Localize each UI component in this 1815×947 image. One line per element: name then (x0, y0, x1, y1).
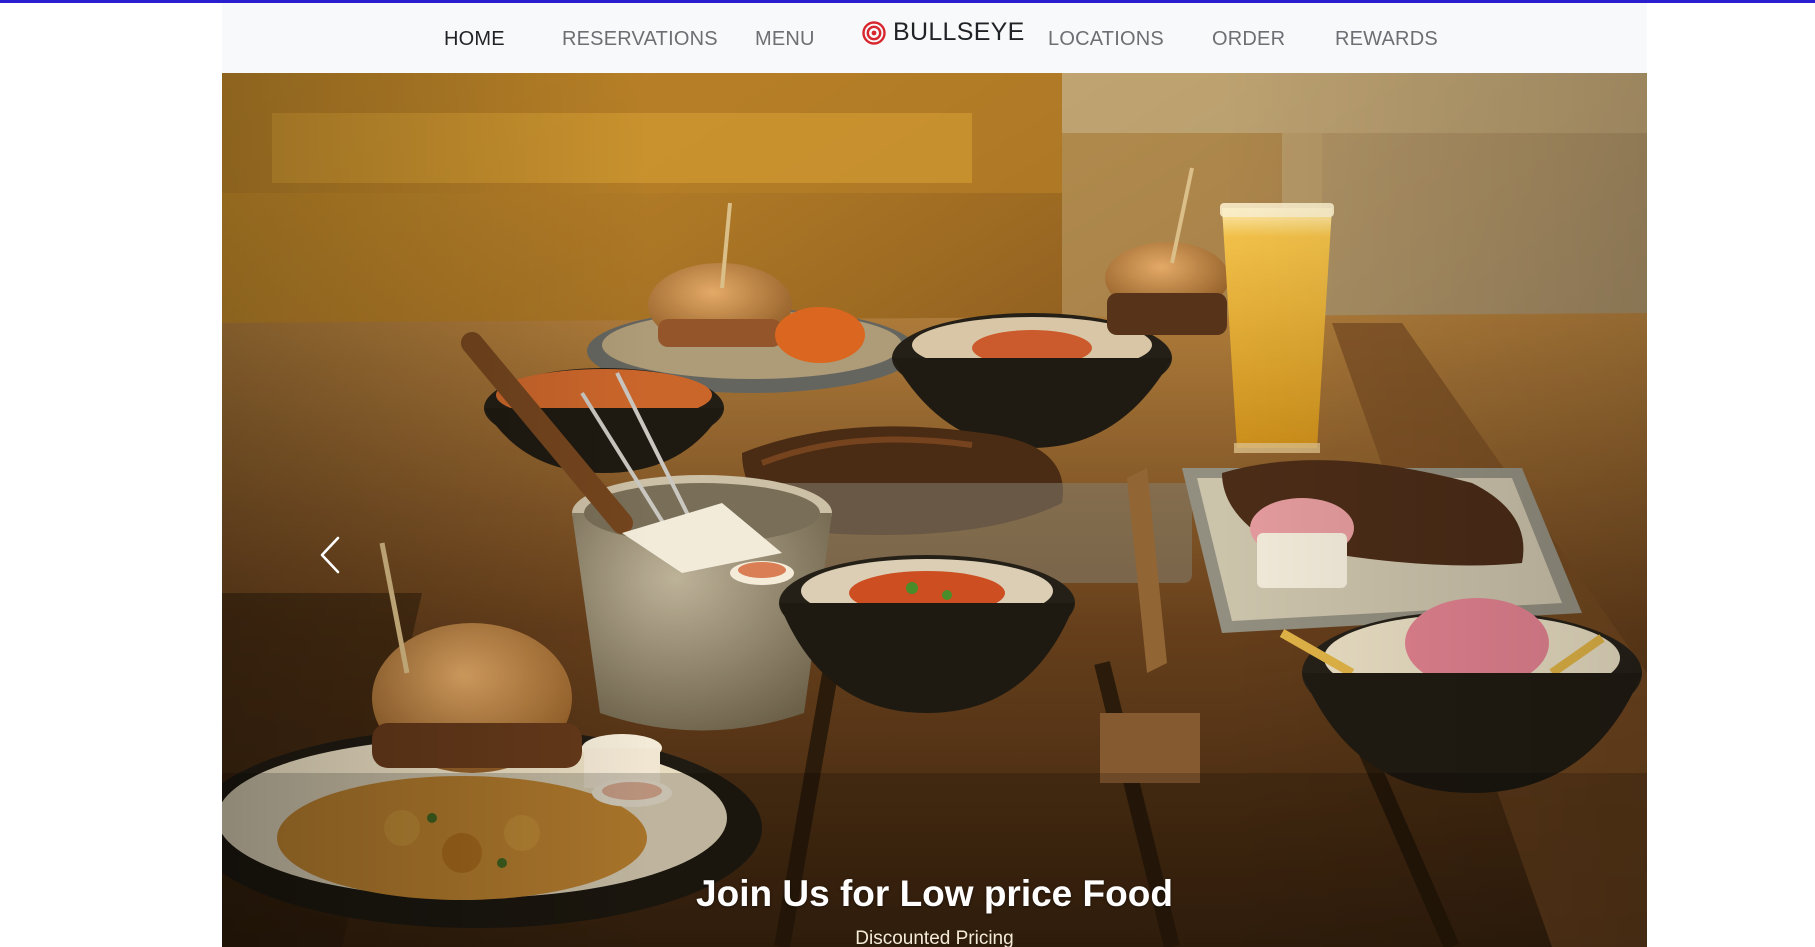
nav-order[interactable]: ORDER (1212, 28, 1285, 51)
chevron-left-icon (319, 535, 341, 575)
brand-logo[interactable]: BULLSEYE (862, 18, 1025, 47)
brand-name: BULLSEYE (893, 18, 1025, 46)
nav-home[interactable]: HOME (444, 28, 505, 51)
nav-reservations[interactable]: RESERVATIONS (562, 28, 718, 51)
hero-carousel: Join Us for Low price Food Discounted Pr… (222, 73, 1647, 947)
carousel-caption-subtitle: Discounted Pricing (855, 928, 1014, 947)
bullseye-target-icon (862, 20, 886, 45)
nav-menu[interactable]: MENU (755, 28, 815, 51)
nav-rewards[interactable]: REWARDS (1335, 28, 1438, 51)
main-navbar: HOME RESERVATIONS MENU BULLSEYE LOCATION… (222, 3, 1647, 73)
carousel-prev-button[interactable] (310, 525, 350, 585)
nav-locations[interactable]: LOCATIONS (1048, 28, 1164, 51)
food-table-photo (222, 73, 1647, 947)
page: HOME RESERVATIONS MENU BULLSEYE LOCATION… (222, 3, 1647, 947)
carousel-caption-title: Join Us for Low price Food (696, 873, 1173, 914)
